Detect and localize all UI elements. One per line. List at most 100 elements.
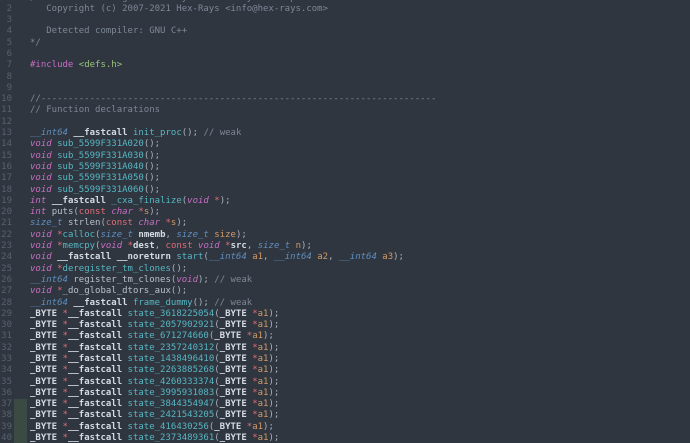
line-number: 24 — [1, 252, 12, 263]
code-text: size_t strlen(const char *s); — [30, 218, 188, 229]
code-line[interactable]: 27 void *_do_global_dtors_aux(); — [0, 286, 690, 297]
code-line[interactable]: 29 _BYTE *__fastcall state_3618225054(_BY… — [0, 309, 690, 320]
code-text: _BYTE *__fastcall state_2373489361(_BYTE… — [30, 433, 280, 443]
line-number: 25 — [1, 263, 12, 274]
code-text: _BYTE *__fastcall state_4260333374(_BYTE… — [30, 376, 280, 387]
line-number: 36 — [1, 387, 12, 398]
code-text: _BYTE *__fastcall state_671274660(_BYTE … — [30, 331, 274, 342]
code-line[interactable]: 35 _BYTE *__fastcall state_4260333374(_BY… — [0, 377, 690, 388]
code-text: _BYTE *__fastcall state_2357240312(_BYTE… — [30, 342, 280, 353]
code-text: void *deregister_tm_clones(); — [30, 263, 188, 274]
line-number: 12 — [1, 116, 12, 127]
line-number: 34 — [1, 365, 12, 376]
code-text: _BYTE *__fastcall state_3995931083(_BYTE… — [30, 387, 280, 398]
code-line[interactable]: 30 _BYTE *__fastcall state_2057902921(_BY… — [0, 320, 690, 331]
code-line[interactable]: 15 void sub_5599F331A030(); — [0, 151, 690, 162]
code-text: Detected compiler: GNU C++ — [30, 26, 188, 37]
code-line[interactable]: 12 — [0, 117, 690, 128]
code-text: _BYTE *__fastcall state_2057902921(_BYTE… — [30, 320, 280, 331]
code-text: _BYTE *__fastcall state_3618225054(_BYTE… — [30, 308, 280, 319]
code-line[interactable]: 11 // Function declarations — [0, 105, 690, 116]
line-number: 8 — [6, 71, 12, 82]
code-line[interactable]: 22 void *calloc(size_t nmemb, size_t size… — [0, 230, 690, 241]
code-line[interactable]: 21 size_t strlen(const char *s); — [0, 218, 690, 229]
code-text: Copyright (c) 2007-2021 Hex-Rays <info@h… — [30, 3, 329, 14]
line-number: 13 — [1, 128, 12, 139]
line-number: 10 — [1, 94, 12, 105]
code-text: _BYTE *__fastcall state_2263885268(_BYTE… — [30, 365, 280, 376]
code-text: //--------------------------------------… — [30, 94, 437, 105]
line-number: 38 — [1, 410, 12, 421]
code-line[interactable]: 4 Detected compiler: GNU C++ — [0, 26, 690, 37]
line-number: 21 — [1, 218, 12, 229]
code-line[interactable]: 18 void sub_5599F331A060(); — [0, 185, 690, 196]
code-line[interactable]: 10 //------------------------------------… — [0, 94, 690, 105]
code-text: void *memcpy(void *dest, const void *src… — [30, 241, 312, 252]
code-line[interactable]: 37 _BYTE *__fastcall state_3844354947(_BY… — [0, 399, 690, 411]
code-line[interactable]: 9 — [0, 83, 690, 94]
line-number: 11 — [1, 105, 12, 116]
code-line[interactable]: 36 _BYTE *__fastcall state_3995931083(_BY… — [0, 388, 690, 399]
code-line[interactable]: 32 _BYTE *__fastcall state_2357240312(_BY… — [0, 343, 690, 354]
code-line[interactable]: 20 int puts(const char *s); — [0, 207, 690, 218]
code-line[interactable]: 24 void __fastcall __noreturn start(__int… — [0, 252, 690, 263]
line-number: 32 — [1, 342, 12, 353]
code-line[interactable]: 40 _BYTE *__fastcall state_2373489361(_BY… — [0, 433, 690, 443]
line-number: 6 — [6, 48, 12, 59]
line-number: 35 — [1, 376, 12, 387]
code-text: void sub_5599F331A020(); — [30, 139, 161, 150]
code-area: 1/* This file was generated by the Hex-R… — [0, 0, 690, 443]
code-text: void sub_5599F331A040(); — [30, 161, 161, 172]
code-line[interactable]: 16 void sub_5599F331A040(); — [0, 162, 690, 173]
code-line[interactable]: 28 __int64 __fastcall frame_dummy(); // w… — [0, 298, 690, 309]
line-number: 30 — [1, 320, 12, 331]
code-line[interactable]: 13 __int64 __fastcall init_proc(); // wea… — [0, 128, 690, 139]
code-text: _BYTE *__fastcall state_416430256(_BYTE … — [30, 421, 274, 432]
code-line[interactable]: 8 — [0, 72, 690, 83]
line-number: 2 — [6, 3, 12, 14]
code-line[interactable]: 2 Copyright (c) 2007-2021 Hex-Rays <info… — [0, 4, 690, 15]
code-line[interactable]: 19 int __fastcall _cxa_finalize(void *); — [0, 196, 690, 207]
code-line[interactable]: 6 — [0, 49, 690, 60]
code-line[interactable]: 14 void sub_5599F331A020(); — [0, 139, 690, 150]
code-text: void *calloc(size_t nmemb, size_t size); — [30, 229, 247, 240]
code-text: // Function declarations — [30, 105, 161, 116]
line-number: 37 — [1, 399, 12, 410]
code-line[interactable]: 25 void *deregister_tm_clones(); — [0, 264, 690, 275]
code-text: void sub_5599F331A030(); — [30, 150, 161, 161]
line-number: 33 — [1, 354, 12, 364]
code-line[interactable]: 7 #include <defs.h> — [0, 60, 690, 71]
code-line[interactable]: 3 — [0, 15, 690, 26]
line-number: 14 — [1, 139, 12, 150]
line-number: 19 — [1, 195, 12, 206]
line-number: 31 — [1, 331, 12, 342]
code-line[interactable]: 17 void sub_5599F331A050(); — [0, 173, 690, 184]
line-number: 23 — [1, 241, 12, 252]
code-line[interactable]: 26 __int64 register_tm_clones(void); // w… — [0, 275, 690, 286]
code-line[interactable]: 34 _BYTE *__fastcall state_2263885268(_BY… — [0, 365, 690, 376]
line-number: 5 — [6, 37, 12, 48]
line-number: 16 — [1, 161, 12, 172]
code-line[interactable]: 5 */ — [0, 38, 690, 49]
code-editor[interactable]: 1/* This file was generated by the Hex-R… — [0, 0, 690, 443]
line-number: 20 — [1, 207, 12, 218]
line-number: 27 — [1, 286, 12, 297]
code-text: int puts(const char *s); — [30, 207, 161, 218]
code-text: _BYTE *__fastcall state_2421543205(_BYTE… — [30, 410, 280, 421]
line-number: 4 — [6, 26, 12, 37]
line-number: 17 — [1, 173, 12, 184]
code-line[interactable]: 33 _BYTE *__fastcall state_1438496410(_BY… — [0, 354, 690, 365]
code-line[interactable]: 23 void *memcpy(void *dest, const void *s… — [0, 241, 690, 252]
code-line[interactable]: 31 _BYTE *__fastcall state_671274660(_BYT… — [0, 331, 690, 342]
code-text: __int64 __fastcall frame_dummy(); // wea… — [30, 297, 253, 308]
line-number: 22 — [1, 229, 12, 240]
code-text: _BYTE *__fastcall state_1438496410(_BYTE… — [30, 354, 280, 364]
code-line[interactable]: 38 _BYTE *__fastcall state_2421543205(_BY… — [0, 410, 690, 423]
code-text: */ — [30, 37, 41, 48]
code-line[interactable]: 39 _BYTE *__fastcall state_416430256(_BYT… — [0, 421, 690, 434]
line-number: 9 — [6, 82, 12, 93]
